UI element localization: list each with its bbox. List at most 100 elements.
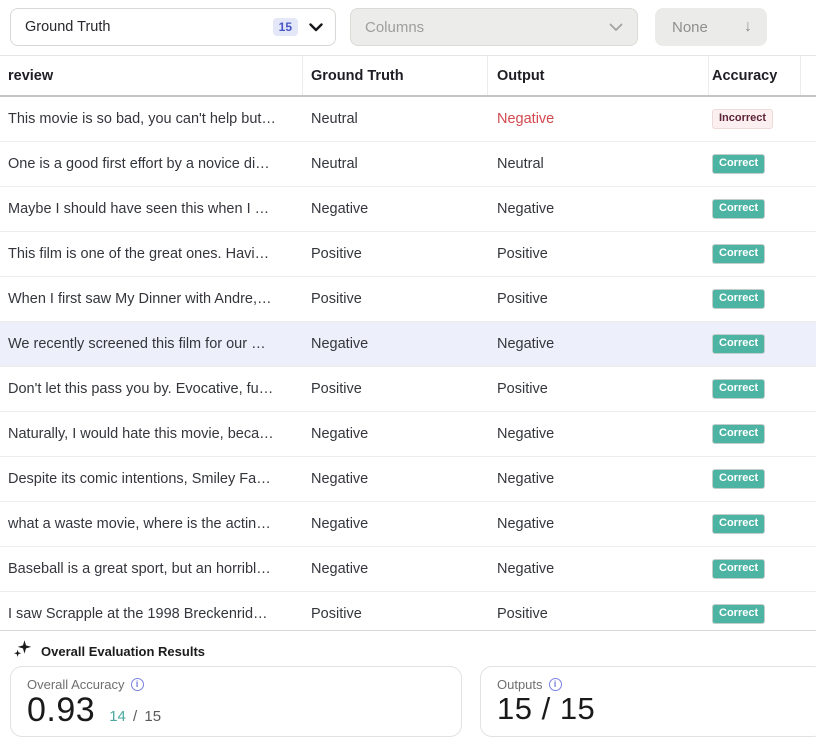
evaluation-results-page: Ground Truth 15 Columns None ↓ review Gr… [0,0,816,747]
accuracy-badge: Correct [712,559,765,579]
accuracy-badge: Correct [712,334,765,354]
ground-truth-cell: Negative [303,471,488,487]
review-cell: When I first saw My Dinner with Andre,… [0,291,303,307]
ground-truth-cell: Positive [303,291,488,307]
output-cell: Negative [488,426,709,442]
output-cell: Positive [488,381,709,397]
accuracy-fraction: 14 / 15 [109,708,161,725]
ground-truth-cell: Negative [303,426,488,442]
total-count: 15 [144,708,161,725]
review-cell: Despite its comic intentions, Smiley Fa… [0,471,303,487]
table-row[interactable]: what a waste movie, where is the actin… … [0,502,816,547]
review-cell: Naturally, I would hate this movie, beca… [0,426,303,442]
info-circle-icon[interactable] [131,678,144,691]
review-cell: We recently screened this film for our … [0,336,303,352]
table-row[interactable]: Maybe I should have seen this when I … N… [0,187,816,232]
outputs-card-label: Outputs [497,677,543,692]
table-row[interactable]: Despite its comic intentions, Smiley Fa…… [0,457,816,502]
accuracy-badge: Correct [712,199,765,219]
table-row[interactable]: Don't let this pass you by. Evocative, f… [0,367,816,412]
review-cell: Maybe I should have seen this when I … [0,201,303,217]
arrow-down-icon: ↓ [744,19,752,35]
fraction-separator: / [133,708,137,725]
review-cell: I saw Scrapple at the 1998 Breckenrid… [0,606,303,622]
accuracy-cell: Correct [709,154,801,174]
accuracy-badge: Correct [712,424,765,444]
review-cell: This film is one of the great ones. Havi… [0,246,303,262]
output-cell: Positive [488,606,709,622]
output-cell: Positive [488,246,709,262]
ground-truth-cell: Positive [303,606,488,622]
accuracy-cell: Correct [709,334,801,354]
sort-none-button[interactable]: None ↓ [655,8,767,46]
accuracy-cell: Correct [709,379,801,399]
accuracy-badge: Incorrect [712,109,773,129]
accuracy-badge: Correct [712,289,765,309]
accuracy-cell: Correct [709,199,801,219]
correct-count: 14 [109,708,126,725]
table-header: review Ground Truth Output Accuracy [0,55,816,97]
review-cell: Baseball is a great sport, but an horrib… [0,561,303,577]
accuracy-cell: Correct [709,469,801,489]
sparkles-icon [13,639,32,663]
output-cell: Negative [488,111,709,127]
table-row[interactable]: We recently screened this film for our …… [0,322,816,367]
output-cell: Negative [488,516,709,532]
accuracy-card-label: Overall Accuracy [27,677,125,692]
accuracy-cell: Correct [709,244,801,264]
ground-truth-cell: Negative [303,516,488,532]
accuracy-badge: Correct [712,604,765,624]
columns-select[interactable]: Columns [350,8,638,46]
output-cell: Positive [488,291,709,307]
ground-truth-cell: Neutral [303,111,488,127]
table-row[interactable]: When I first saw My Dinner with Andre,… … [0,277,816,322]
filter-select-value: Ground Truth [25,19,273,35]
accuracy-cell: Correct [709,289,801,309]
column-header-review[interactable]: review [0,56,303,95]
column-header-output[interactable]: Output [488,56,709,95]
output-cell: Negative [488,336,709,352]
review-cell: One is a good first effort by a novice d… [0,156,303,172]
accuracy-cell: Correct [709,559,801,579]
table-row[interactable]: Baseball is a great sport, but an horrib… [0,547,816,592]
output-cell: Negative [488,561,709,577]
accuracy-cell: Correct [709,514,801,534]
table-body: This movie is so bad, you can't help but… [0,97,816,630]
toolbar: Ground Truth 15 Columns None ↓ [0,0,816,55]
results-title: Overall Evaluation Results [41,644,205,659]
table-row[interactable]: One is a good first effort by a novice d… [0,142,816,187]
review-cell: This movie is so bad, you can't help but… [0,111,303,127]
ground-truth-cell: Positive [303,381,488,397]
column-header-accuracy[interactable]: Accuracy [709,56,801,95]
output-cell: Neutral [488,156,709,172]
ground-truth-cell: Negative [303,561,488,577]
accuracy-cell: Correct [709,604,801,624]
accuracy-cell: Incorrect [709,109,801,129]
ground-truth-cell: Neutral [303,156,488,172]
outputs-value: 15 / 15 [497,693,595,726]
column-header-spacer [801,56,816,95]
overall-accuracy-card: Overall Accuracy 0.93 14 / 15 [10,666,462,737]
results-header: Overall Evaluation Results [13,639,205,663]
overall-results-panel: Overall Evaluation Results Overall Accur… [0,630,816,747]
sort-button-label: None [672,19,708,36]
column-header-ground-truth[interactable]: Ground Truth [303,56,488,95]
accuracy-badge: Correct [712,154,765,174]
info-circle-icon[interactable] [549,678,562,691]
accuracy-badge: Correct [712,244,765,264]
table-row[interactable]: This movie is so bad, you can't help but… [0,97,816,142]
overall-accuracy-value: 0.93 [27,693,95,729]
outputs-card: Outputs 15 / 15 [480,666,816,737]
accuracy-badge: Correct [712,469,765,489]
accuracy-cell: Correct [709,424,801,444]
table-row[interactable]: This film is one of the great ones. Havi… [0,232,816,277]
table-row[interactable]: Naturally, I would hate this movie, beca… [0,412,816,457]
accuracy-badge: Correct [712,379,765,399]
accuracy-badge: Correct [712,514,765,534]
review-cell: Don't let this pass you by. Evocative, f… [0,381,303,397]
ground-truth-cell: Negative [303,336,488,352]
review-cell: what a waste movie, where is the actin… [0,516,303,532]
ground-truth-filter-select[interactable]: Ground Truth 15 [10,8,336,46]
output-cell: Negative [488,201,709,217]
table-row[interactable]: I saw Scrapple at the 1998 Breckenrid… P… [0,592,816,630]
